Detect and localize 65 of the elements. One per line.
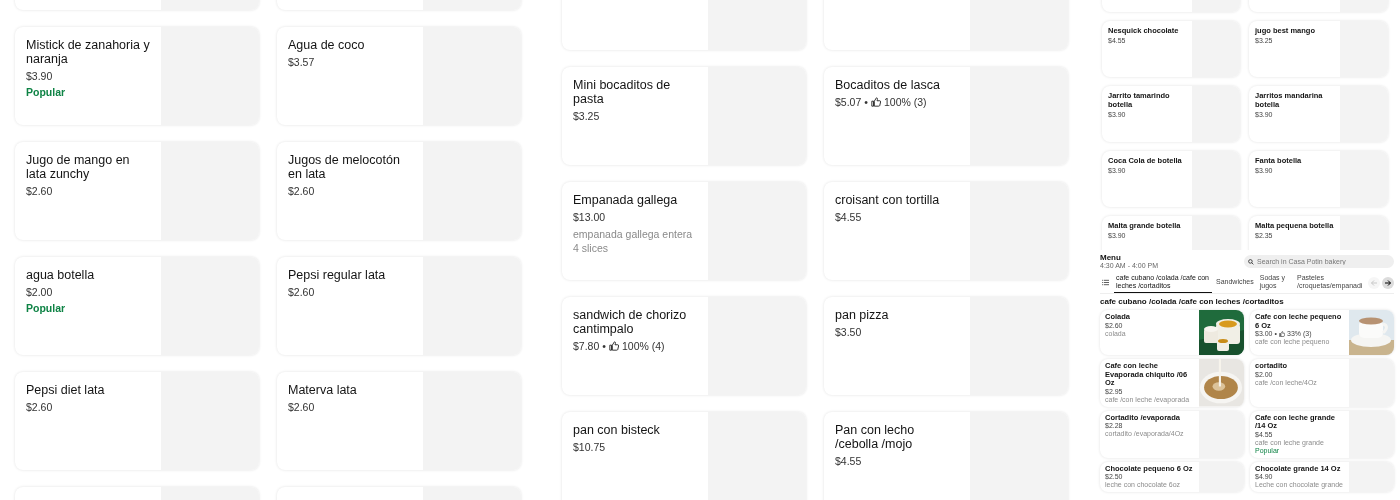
item-price: $2.60: [26, 184, 53, 198]
item-price: $3.25: [573, 109, 600, 123]
item-name: Pepsi regular lata: [288, 268, 386, 282]
menu-item-card[interactable]: Pepsi diet lata $2.60: [15, 372, 259, 470]
item-description: empanada gallega entera 4 slices: [573, 227, 694, 255]
popular-label: Popular: [26, 301, 66, 315]
menu-item-card[interactable]: Jugos de melocotón en lata $2.60: [277, 142, 521, 240]
menu-item-card[interactable]: Pepsi regular lata $2.60: [277, 257, 521, 355]
item-name: Materva lata: [288, 383, 357, 397]
separator-dot: •: [602, 339, 606, 353]
item-name: pan pizza: [835, 308, 889, 322]
menu-item-card[interactable]: Empanada gallega $13.00 empanada gallega entera 4 slices: [562, 182, 806, 280]
menu-item-card[interactable]: sandwich de chorizo cantimpalo $7.80 • 100% (4): [562, 297, 806, 395]
item-name: Pan con lecho /cebolla /mojo: [835, 423, 916, 451]
rating-text: 100% (3): [883, 95, 927, 109]
thumbs-up-icon: [608, 341, 619, 351]
separator-dot: •: [864, 95, 868, 109]
item-price: $7.80: [573, 339, 600, 353]
search-icon: [1248, 258, 1254, 265]
item-name: Jugos de melocotón en lata: [288, 153, 401, 181]
list-icon[interactable]: [1102, 279, 1109, 286]
item-price: $3.50: [835, 325, 862, 339]
menu-item-card[interactable]: pan con bisteck $10.75: [562, 412, 806, 500]
arrow-right-icon: [1384, 278, 1392, 287]
item-price: $2.00: [26, 285, 53, 299]
item-price: $2.60: [26, 400, 53, 414]
item-name: Mistick de zanahoria y naranja: [26, 38, 150, 66]
item-name: croisant con tortilla: [835, 193, 940, 207]
rating-text: 100% (4): [621, 339, 665, 353]
menu-item-card[interactable]: Pan con lecho /cebolla /mojo $4.55: [824, 412, 1068, 500]
menu-title: Menu: [1100, 253, 1122, 262]
item-price: $4.55: [835, 454, 862, 468]
arrow-left-icon: [1370, 278, 1378, 287]
menu-item-card[interactable]: Jugo de mango en lata zunchy $2.60: [15, 142, 259, 240]
item-name: Agua de coco: [288, 38, 365, 52]
item-name: Jugo de mango en lata zunchy: [26, 153, 131, 181]
item-name: pan con bisteck: [573, 423, 660, 437]
menu-item-card[interactable]: Mini bocaditos de pasta $3.25: [562, 67, 806, 165]
menu-item-card[interactable]: agua botella $2.00 Popular: [15, 257, 259, 355]
menu-item-card[interactable]: Bocaditos de lasca $5.07 • 100% (3): [824, 67, 1068, 165]
item-price: $13.00: [573, 210, 606, 224]
item-price: $2.60: [288, 400, 315, 414]
item-price: $2.60: [288, 184, 315, 198]
menu-item-card[interactable]: pan pizza $3.50: [824, 297, 1068, 395]
item-name: agua botella: [26, 268, 95, 282]
item-price: $2.60: [288, 285, 315, 299]
menu-item-card[interactable]: croisant con tortilla $4.55: [824, 182, 1068, 280]
item-price: $3.57: [288, 55, 315, 69]
thumbs-up-icon: [1279, 331, 1285, 337]
item-price: $3.90: [26, 69, 53, 83]
item-price: $4.55: [835, 210, 862, 224]
item-name: Bocaditos de lasca: [835, 78, 940, 92]
item-price: $10.75: [573, 440, 606, 454]
item-name: Pepsi diet lata: [26, 383, 105, 397]
menu-item-card[interactable]: Mistick de zanahoria y naranja $3.90 Popular: [15, 27, 259, 125]
item-price: $5.07: [835, 95, 862, 109]
item-name: sandwich de chorizo cantimpalo: [573, 308, 688, 336]
menu-item-card[interactable]: Materva lata $2.60: [277, 372, 521, 470]
popular-label: Popular: [26, 85, 66, 99]
item-name: Empanada gallega: [573, 193, 678, 207]
menu-item-card[interactable]: Agua de coco $3.57: [277, 27, 521, 125]
thumbs-up-icon: [870, 97, 881, 107]
section-heading: cafe cubano /colada /cafe con leches /cortaditos: [1100, 297, 1285, 307]
item-name: Mini bocaditos de pasta: [573, 78, 672, 106]
scroll-right-button[interactable]: [1382, 276, 1394, 289]
